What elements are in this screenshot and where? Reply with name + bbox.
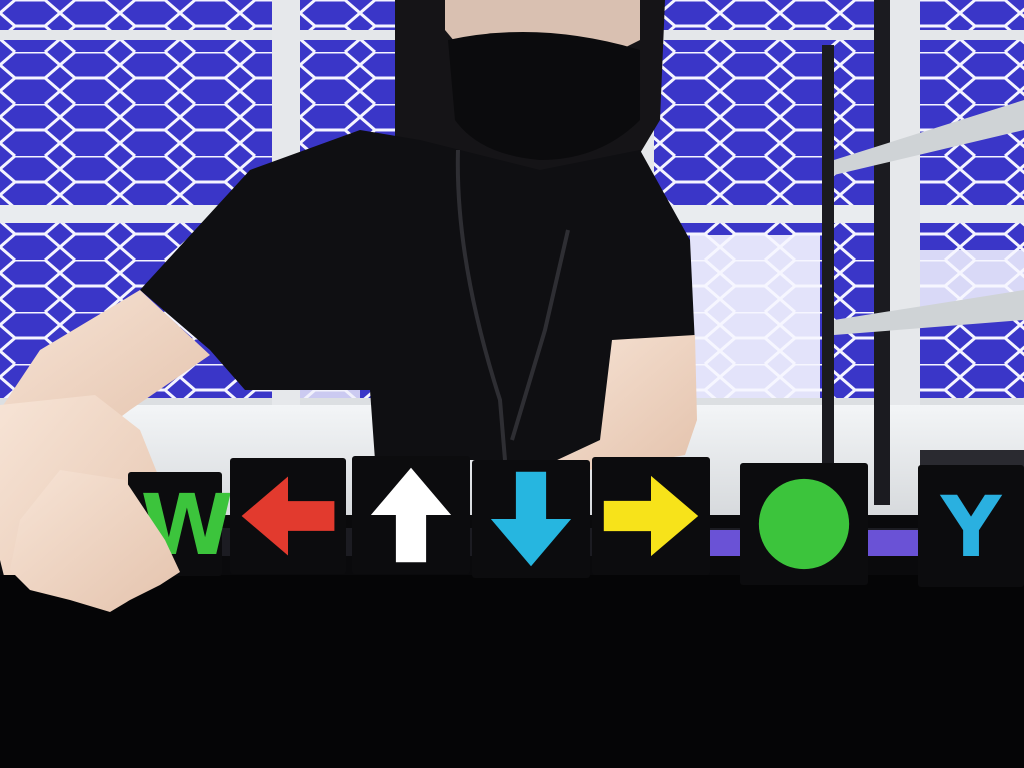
circle-icon: [758, 478, 850, 570]
card-letter-y: Y: [918, 465, 1024, 587]
card-arrow-down: [472, 460, 590, 578]
card-letter: Y: [940, 478, 1003, 576]
track-accent-right: [866, 530, 918, 556]
card-arrow-right: [592, 457, 710, 575]
card-arrow-up: [352, 456, 470, 574]
card-circle: [740, 463, 868, 585]
tabletop: [0, 575, 1024, 768]
photo-scene: WY: [0, 0, 1024, 768]
card-arrow-left: [230, 458, 346, 574]
